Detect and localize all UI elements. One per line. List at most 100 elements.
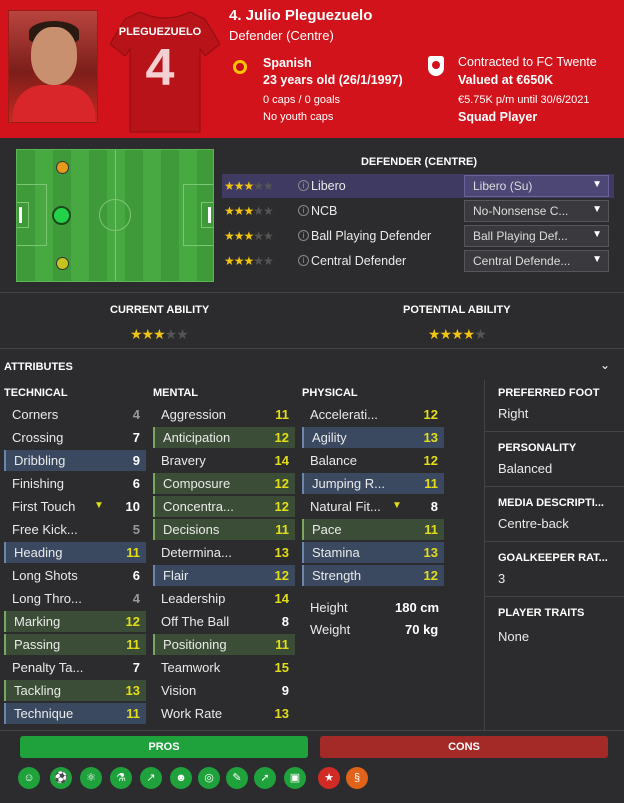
attribute-value: 12 <box>423 407 438 422</box>
role-row-libero[interactable]: ★★★★★ i Libero Libero (Su) ▼ <box>222 174 614 198</box>
player-position: Defender (Centre) <box>229 28 334 43</box>
position-dot-dcr <box>56 257 69 270</box>
attribute-row[interactable]: Teamwork 15 <box>153 657 295 678</box>
attribute-row[interactable]: Stamina 13 <box>302 542 444 563</box>
current-ability-label: CURRENT ABILITY <box>110 304 210 316</box>
attribute-row[interactable]: Flair 12 <box>153 565 295 586</box>
pro-badge-icon[interactable]: ⚽ <box>50 767 72 789</box>
pro-badge-icon[interactable]: ▣ <box>284 767 306 789</box>
preferred-foot-label: PREFERRED FOOT <box>498 387 600 399</box>
attribute-row[interactable]: Corners 4 <box>4 404 146 425</box>
role-row-cd[interactable]: ★★★★★ i Central Defender Central Defende… <box>222 249 614 273</box>
attribute-value: 4 <box>132 591 140 606</box>
attribute-row[interactable]: Crossing 7 <box>4 427 146 448</box>
attribute-value: 14 <box>274 591 289 606</box>
attribute-row[interactable]: Finishing 6 <box>4 473 146 494</box>
contract-club[interactable]: Contracted to FC Twente <box>458 55 597 69</box>
goalkeeper-rating-value: 3 <box>498 571 506 586</box>
attribute-row[interactable]: Dribbling 9 <box>4 450 146 471</box>
pro-badge-icon[interactable]: ➚ <box>254 767 276 789</box>
attribute-row[interactable]: Aggression 11 <box>153 404 295 425</box>
attribute-name: Teamwork <box>161 660 221 675</box>
role-duty-dropdown[interactable]: Libero (Su) ▼ <box>464 175 609 197</box>
attribute-row[interactable]: Concentra... 12 <box>153 496 295 517</box>
attribute-row[interactable]: Leadership 14 <box>153 588 295 609</box>
attribute-row[interactable]: Jumping R... 11 <box>302 473 444 494</box>
attribute-row[interactable]: Positioning 11 <box>153 634 295 655</box>
attribute-name: Penalty Ta... <box>12 660 84 675</box>
attribute-value: 12 <box>274 499 289 514</box>
role-duty-dropdown[interactable]: Ball Playing Def... ▼ <box>464 225 609 247</box>
info-icon[interactable]: i <box>298 255 309 266</box>
attribute-row[interactable]: Long Shots 6 <box>4 565 146 586</box>
con-badge-icon[interactable]: ★ <box>318 767 340 789</box>
height-label: Height <box>310 600 348 615</box>
info-icon[interactable]: i <box>298 180 309 191</box>
role-row-ncb[interactable]: ★★★★★ i NCB No-Nonsense C... ▼ <box>222 199 614 223</box>
attribute-row[interactable]: Marking 12 <box>4 611 146 632</box>
attribute-row[interactable]: Long Thro... 4 <box>4 588 146 609</box>
attribute-row[interactable]: Vision 9 <box>153 680 295 701</box>
pro-badge-icon[interactable]: ☺ <box>18 767 40 789</box>
chevron-down-icon[interactable]: ⌄ <box>600 358 610 372</box>
attribute-row[interactable]: Agility 13 <box>302 427 444 448</box>
position-dot-dc <box>52 206 71 225</box>
pro-badge-icon[interactable]: ✎ <box>226 767 248 789</box>
role-duty-dropdown[interactable]: Central Defende... ▼ <box>464 250 609 272</box>
attribute-name: Heading <box>14 545 63 560</box>
attribute-row[interactable]: Accelerati... 12 <box>302 404 444 425</box>
attribute-row[interactable]: Anticipation 12 <box>153 427 295 448</box>
pro-badge-icon[interactable]: ↗ <box>140 767 162 789</box>
attribute-row[interactable]: Pace 11 <box>302 519 444 540</box>
attribute-row[interactable]: Technique 11 <box>4 703 146 724</box>
attribute-value: 12 <box>125 614 140 629</box>
caps: 0 caps / 0 goals <box>263 94 341 106</box>
attribute-value: 12 <box>274 568 289 583</box>
attribute-value: 11 <box>126 706 140 721</box>
height-value: 180 cm <box>395 600 440 615</box>
attribute-row[interactable]: Passing 11 <box>4 634 146 655</box>
attribute-value: 8 <box>430 499 438 514</box>
club-crest-icon[interactable] <box>428 56 444 76</box>
pros-tab[interactable]: PROS <box>20 736 308 758</box>
attribute-row[interactable]: Bravery 14 <box>153 450 295 471</box>
attribute-row[interactable]: Heading 11 <box>4 542 146 563</box>
attribute-row[interactable]: First Touch 10 ▼ <box>4 496 146 517</box>
attribute-row[interactable]: Work Rate 13 <box>153 703 295 724</box>
role-duty-dropdown[interactable]: No-Nonsense C... ▼ <box>464 200 609 222</box>
attribute-row[interactable]: Natural Fit... 8 ▼ <box>302 496 444 517</box>
attribute-row[interactable]: Decisions 11 <box>153 519 295 540</box>
info-icon[interactable]: i <box>298 230 309 241</box>
cons-tab[interactable]: CONS <box>320 736 608 758</box>
potential-ability-label: POTENTIAL ABILITY <box>403 304 511 316</box>
attribute-name: Composure <box>163 476 231 491</box>
player-traits-value: None <box>498 629 530 644</box>
attribute-value: 11 <box>126 545 140 560</box>
attribute-value: 13 <box>423 430 438 445</box>
role-row-bpd[interactable]: ★★★★★ i Ball Playing Defender Ball Playi… <box>222 224 614 248</box>
attribute-row[interactable]: Strength 12 <box>302 565 444 586</box>
attribute-row[interactable]: Composure 12 <box>153 473 295 494</box>
youth-caps: No youth caps <box>263 111 334 123</box>
attribute-row[interactable]: Penalty Ta... 7 <box>4 657 146 678</box>
attribute-row[interactable]: Free Kick... 5 <box>4 519 146 540</box>
pro-badge-icon[interactable]: ⚛ <box>80 767 102 789</box>
player-name[interactable]: 4. Julio Pleguezuelo <box>229 7 372 24</box>
attribute-row[interactable]: Off The Ball 8 <box>153 611 295 632</box>
pro-badge-icon[interactable]: ⚗ <box>110 767 132 789</box>
chevron-down-icon: ▼ <box>592 229 602 240</box>
pro-badge-icon[interactable]: ☻ <box>170 767 192 789</box>
role-name: Libero <box>311 179 346 193</box>
info-icon[interactable]: i <box>298 205 309 216</box>
attribute-row[interactable]: Determina... 13 <box>153 542 295 563</box>
roles-title: DEFENDER (CENTRE) <box>360 156 478 168</box>
attribute-name: Natural Fit... <box>310 499 381 514</box>
player-photo <box>8 10 98 123</box>
attribute-row[interactable]: Tackling 13 <box>4 680 146 701</box>
attribute-row[interactable]: Balance 12 <box>302 450 444 471</box>
role-name: NCB <box>311 204 338 218</box>
nationality[interactable]: Spanish <box>263 56 312 70</box>
attribute-value: 11 <box>424 522 438 537</box>
pro-badge-icon[interactable]: ◎ <box>198 767 220 789</box>
con-badge-icon[interactable]: § <box>346 767 368 789</box>
